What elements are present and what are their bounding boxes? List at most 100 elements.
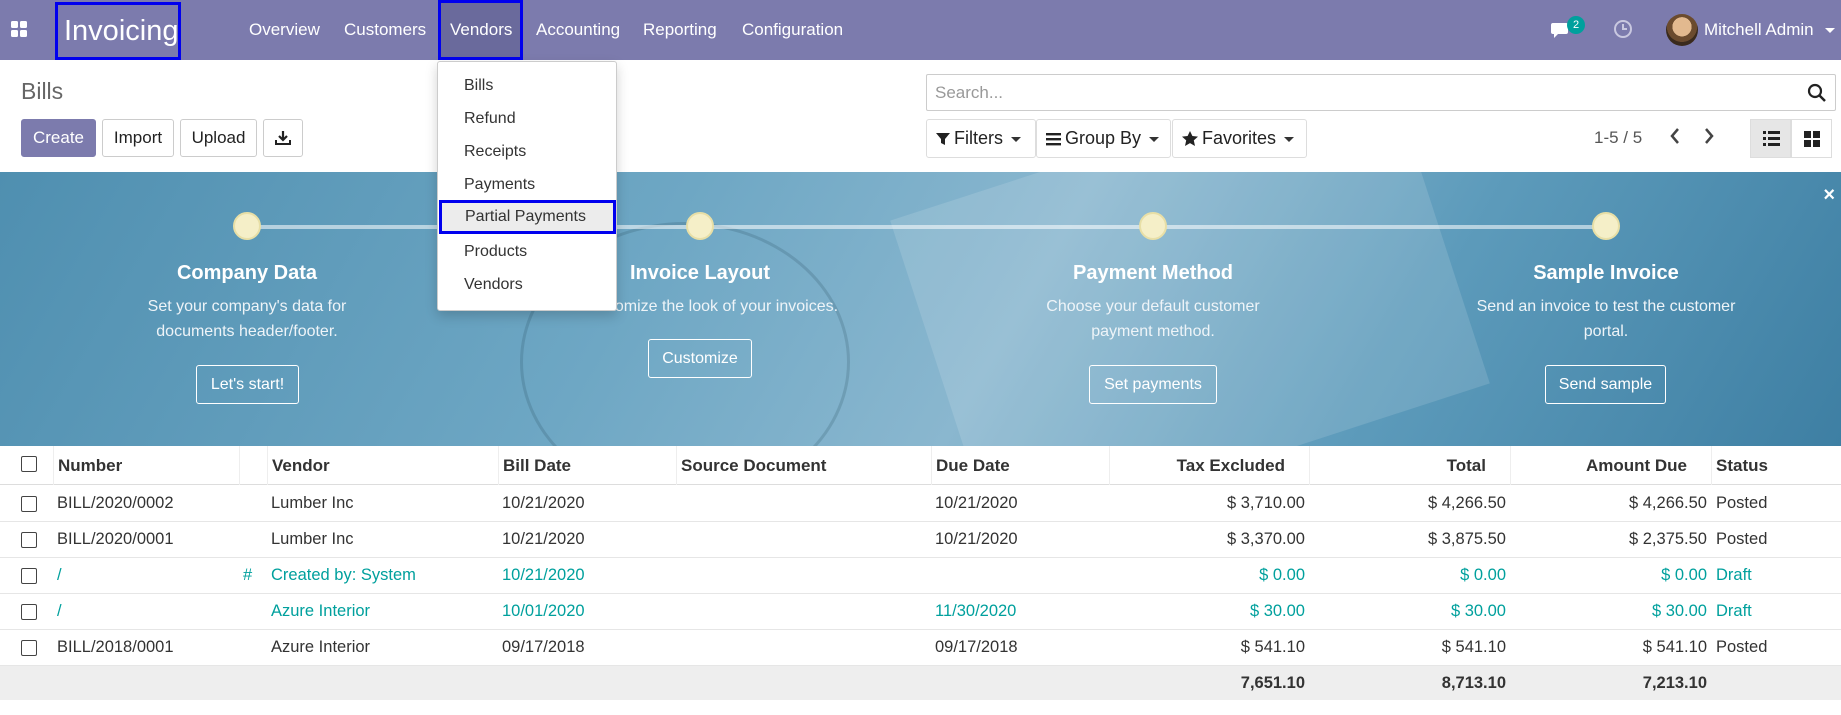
table-row[interactable]: BILL/2020/0002 Lumber Inc 10/21/2020 10/… [0,486,1841,522]
menu-configuration[interactable]: Configuration [742,0,843,60]
cell-bill-date: 10/21/2020 [502,494,585,512]
menu-vendors[interactable]: Vendors [438,0,523,60]
cell-bill-date: 09/17/2018 [502,638,585,656]
total-tax-excluded: 7,651.10 [1240,674,1305,692]
cell-bill-date: 10/21/2020 [502,530,585,548]
cell-number: / [57,566,62,584]
menu-reporting[interactable]: Reporting [643,0,717,60]
cell-number: BILL/2020/0001 [57,530,174,548]
cell-number: / [57,602,62,620]
banner-close-icon[interactable]: × [1823,184,1835,207]
vendors-dropdown-menu: Bills Refund Receipts Payments Partial P… [437,61,617,311]
column-header-status[interactable]: Status [1711,446,1841,485]
cell-due-date: 10/21/2020 [935,530,1018,548]
row-checkbox[interactable] [21,640,37,656]
table-row[interactable]: / Azure Interior 10/01/2020 11/30/2020 $… [0,594,1841,630]
pager-next-button[interactable] [1699,127,1719,149]
cell-total: $ 3,875.50 [1428,530,1506,548]
row-checkbox[interactable] [21,496,37,512]
select-all-checkbox[interactable] [21,456,37,472]
cell-bill-date: 10/21/2020 [502,566,585,584]
send-sample-button[interactable]: Send sample [1545,365,1666,404]
filter-icon [936,133,950,145]
table-row[interactable]: BILL/2018/0001 Azure Interior 09/17/2018… [0,630,1841,666]
cell-status: Posted [1716,530,1768,548]
column-header-total[interactable]: Total [1309,446,1510,485]
step-dot-invoice-layout [686,212,714,240]
top-navbar: Invoicing Overview Customers Vendors Acc… [0,0,1841,60]
user-name[interactable]: Mitchell Admin [1704,0,1814,60]
favorites-button[interactable]: Favorites [1172,119,1307,158]
group-by-button[interactable]: Group By [1036,119,1171,158]
cell-total: $ 4,266.50 [1428,494,1506,512]
column-header-source-document[interactable]: Source Document [676,446,931,485]
list-view-icon [1763,131,1780,146]
row-checkbox[interactable] [21,568,37,584]
table-row[interactable]: / # Created by: System 10/21/2020 $ 0.00… [0,558,1841,594]
cell-status: Posted [1716,494,1768,512]
dropdown-item-products[interactable]: Products [438,235,616,268]
import-button[interactable]: Import [102,119,174,157]
cell-due-date: 09/17/2018 [935,638,1018,656]
caret-down-icon [1149,136,1160,142]
step-dot-company-data [233,212,261,240]
menu-accounting[interactable]: Accounting [536,0,620,60]
step-title-sample-invoice: Sample Invoice [1533,262,1679,284]
column-header-due-date[interactable]: Due Date [931,446,1109,485]
cell-tax-excluded: $ 541.10 [1240,638,1305,656]
menu-customers[interactable]: Customers [344,0,426,60]
dropdown-item-refund[interactable]: Refund [438,102,616,135]
cell-status: Draft [1716,566,1752,584]
list-view-button[interactable] [1750,119,1791,158]
row-checkbox[interactable] [21,604,37,620]
dropdown-item-vendors[interactable]: Vendors [438,268,616,301]
download-button[interactable] [263,119,303,157]
step-dot-sample-invoice [1592,212,1620,240]
step-description-payment-method: Choose your default customer payment met… [1046,298,1260,340]
cell-hash-handle[interactable]: # [243,558,252,593]
total-amount-due: 7,213.10 [1642,674,1707,692]
user-avatar[interactable] [1666,14,1698,46]
set-payments-button[interactable]: Set payments [1089,365,1217,404]
filters-label: Filters [954,128,1003,148]
dropdown-item-bills[interactable]: Bills [438,69,616,102]
chevron-right-icon [1705,128,1714,144]
column-header-handle [239,446,267,485]
user-menu-caret-icon[interactable] [1825,28,1835,33]
cell-number: BILL/2018/0001 [57,638,174,656]
table-row[interactable]: BILL/2020/0001 Lumber Inc 10/21/2020 10/… [0,522,1841,558]
caret-down-icon [1284,136,1295,142]
dropdown-item-partial-payments[interactable]: Partial Payments [439,200,616,234]
pager-previous-button[interactable] [1665,127,1685,149]
pager-value[interactable]: 1-5 / 5 [1594,128,1642,148]
upload-button[interactable]: Upload [180,119,257,157]
clock-icon[interactable] [1613,19,1633,39]
row-checkbox[interactable] [21,532,37,548]
app-brand[interactable]: Invoicing [55,2,181,60]
search-input[interactable] [927,75,1787,110]
lets-start-button[interactable]: Let's start! [196,365,299,404]
column-header-amount-due[interactable]: Amount Due [1510,446,1711,485]
dropdown-item-receipts[interactable]: Receipts [438,135,616,168]
create-button[interactable]: Create [21,119,96,157]
chevron-left-icon [1670,128,1679,144]
column-header-vendor[interactable]: Vendor [267,446,498,485]
search-icon[interactable] [1807,83,1827,103]
apps-grid-icon[interactable] [10,20,30,40]
cell-tax-excluded: $ 3,370.00 [1227,530,1305,548]
onboarding-banner: × Company Data Set your company's data f… [0,172,1841,446]
dropdown-item-payments[interactable]: Payments [438,168,616,201]
group-by-label: Group By [1065,128,1142,148]
table-totals-row: 7,651.10 8,713.10 7,213.10 [0,666,1841,700]
cell-bill-date: 10/01/2020 [502,602,585,620]
kanban-view-button[interactable] [1791,119,1832,158]
step-title-company-data: Company Data [176,262,318,284]
menu-overview[interactable]: Overview [249,0,320,60]
column-header-tax-excluded[interactable]: Tax Excluded [1109,446,1309,485]
cell-amount-due: $ 0.00 [1661,566,1707,584]
filters-button[interactable]: Filters [926,119,1036,158]
cell-due-date: 11/30/2020 [935,602,1017,620]
column-header-bill-date[interactable]: Bill Date [498,446,676,485]
customize-button[interactable]: Customize [648,339,752,378]
column-header-number[interactable]: Number [53,446,239,485]
